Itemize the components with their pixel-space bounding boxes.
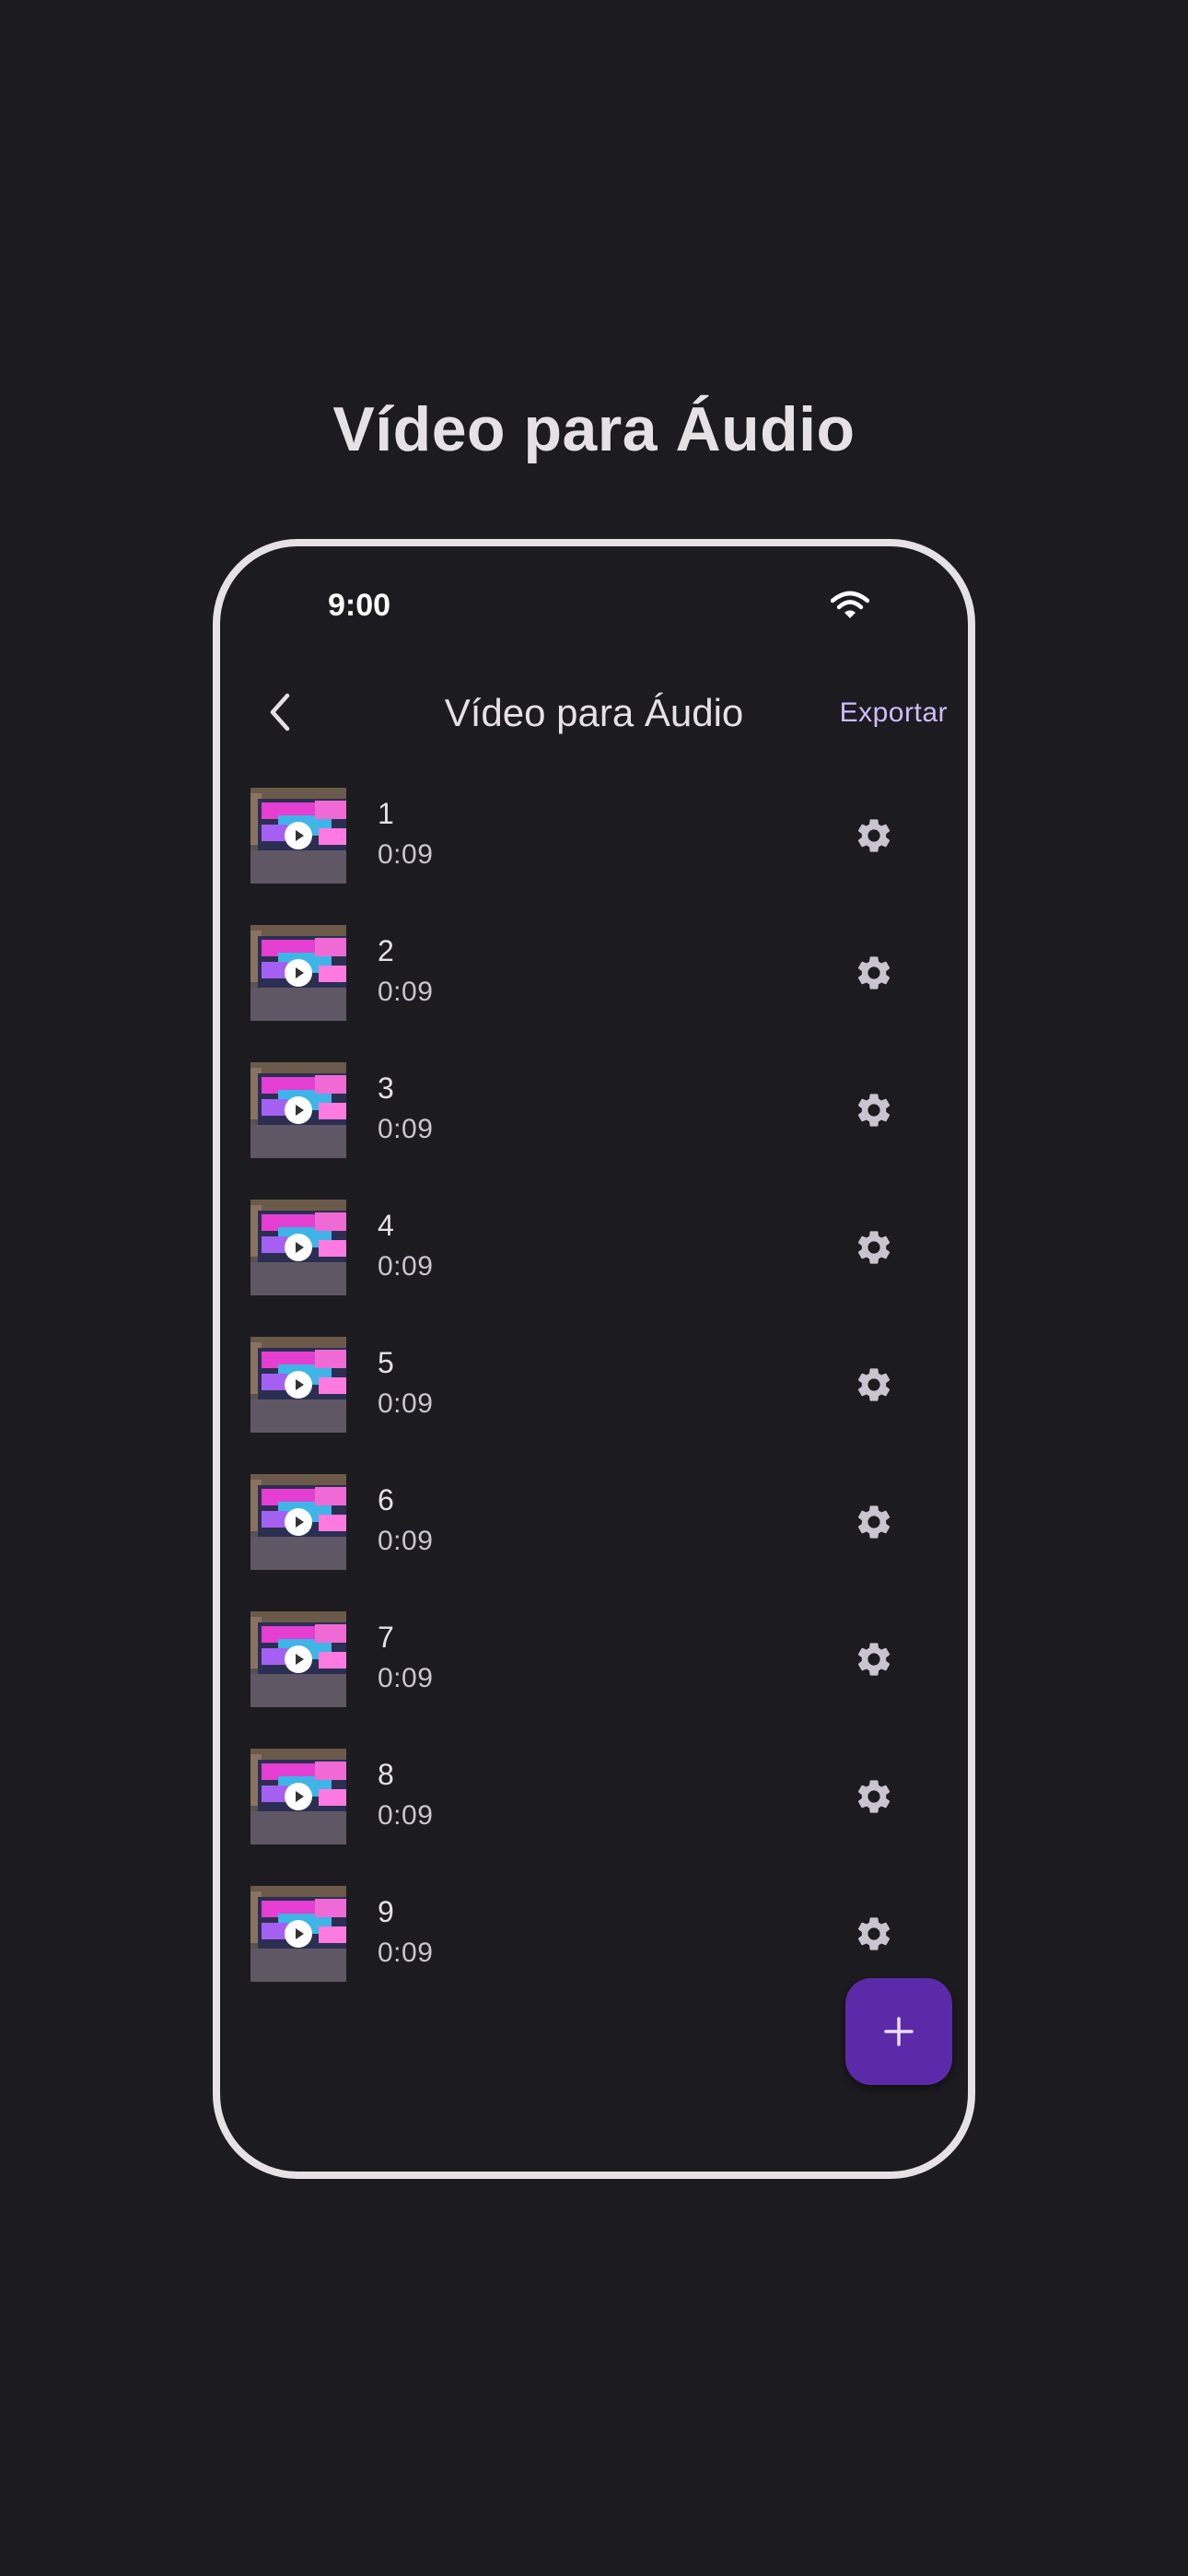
video-thumbnail[interactable] (250, 1886, 346, 1982)
phone-frame: 9:00 Vídeo para Áudio Exportar 1 0:09 2 … (213, 539, 975, 2179)
wifi-icon (831, 591, 869, 618)
video-thumbnail[interactable] (250, 1200, 346, 1295)
gear-icon (857, 1368, 891, 1401)
play-icon (285, 822, 312, 849)
list-item[interactable]: 7 0:09 (220, 1610, 968, 1747)
list-item[interactable]: 4 0:09 (220, 1198, 968, 1335)
item-duration: 0:09 (378, 1663, 434, 1693)
video-thumbnail[interactable] (250, 1749, 346, 1844)
video-thumbnail[interactable] (250, 925, 346, 1021)
plus-icon (884, 2017, 914, 2046)
item-title: 8 (378, 1758, 394, 1791)
item-duration: 0:09 (378, 1938, 434, 1968)
play-icon (285, 1920, 312, 1948)
item-title: 7 (378, 1621, 394, 1654)
item-settings-button[interactable] (846, 1494, 902, 1550)
item-title: 5 (378, 1346, 394, 1379)
item-duration: 0:09 (378, 1251, 434, 1282)
video-thumbnail[interactable] (250, 1062, 346, 1158)
export-button[interactable]: Exportar (840, 699, 948, 727)
item-settings-button[interactable] (846, 1769, 902, 1824)
gear-icon (857, 1505, 891, 1539)
gear-icon (857, 1780, 891, 1813)
item-title: 9 (378, 1895, 394, 1928)
item-settings-button[interactable] (846, 1357, 902, 1412)
item-title: 6 (378, 1483, 394, 1516)
video-thumbnail[interactable] (250, 1337, 346, 1433)
gear-icon (857, 956, 891, 989)
item-title: 3 (378, 1071, 394, 1105)
item-duration: 0:09 (378, 977, 434, 1007)
item-settings-button[interactable] (846, 1083, 902, 1138)
list-item[interactable]: 3 0:09 (220, 1060, 968, 1198)
play-icon (285, 959, 312, 987)
list-item[interactable]: 5 0:09 (220, 1335, 968, 1472)
item-title: 1 (378, 797, 394, 830)
video-thumbnail[interactable] (250, 1611, 346, 1707)
gear-icon (857, 1917, 891, 1950)
gear-icon (857, 1643, 891, 1676)
page-headline: Vídeo para Áudio (332, 394, 856, 464)
list-item[interactable]: 8 0:09 (220, 1747, 968, 1884)
item-title: 2 (378, 934, 394, 967)
list-item[interactable]: 2 0:09 (220, 923, 968, 1060)
item-settings-button[interactable] (846, 1220, 902, 1275)
video-thumbnail[interactable] (250, 1474, 346, 1570)
gear-icon (857, 1094, 891, 1127)
item-duration: 0:09 (378, 1526, 434, 1556)
item-settings-button[interactable] (846, 1906, 902, 1961)
play-icon (285, 1234, 312, 1261)
item-duration: 0:09 (378, 1388, 434, 1419)
item-settings-button[interactable] (846, 1632, 902, 1687)
item-duration: 0:09 (378, 1114, 434, 1144)
play-icon (285, 1096, 312, 1124)
video-thumbnail[interactable] (250, 788, 346, 884)
item-duration: 0:09 (378, 839, 434, 870)
item-settings-button[interactable] (846, 945, 902, 1001)
gear-icon (857, 1231, 891, 1264)
play-icon (285, 1371, 312, 1399)
play-icon (285, 1783, 312, 1810)
item-title: 4 (378, 1209, 394, 1242)
video-list: 1 0:09 2 0:09 3 0:09 4 0:09 5 0:09 6 0:0… (220, 786, 968, 2021)
add-video-button[interactable] (845, 1978, 952, 2085)
item-duration: 0:09 (378, 1800, 434, 1831)
play-icon (285, 1508, 312, 1536)
gear-icon (857, 819, 891, 852)
play-icon (285, 1645, 312, 1673)
status-bar-time: 9:00 (328, 588, 391, 623)
item-settings-button[interactable] (846, 808, 902, 863)
list-item[interactable]: 6 0:09 (220, 1472, 968, 1610)
list-item[interactable]: 1 0:09 (220, 786, 968, 923)
